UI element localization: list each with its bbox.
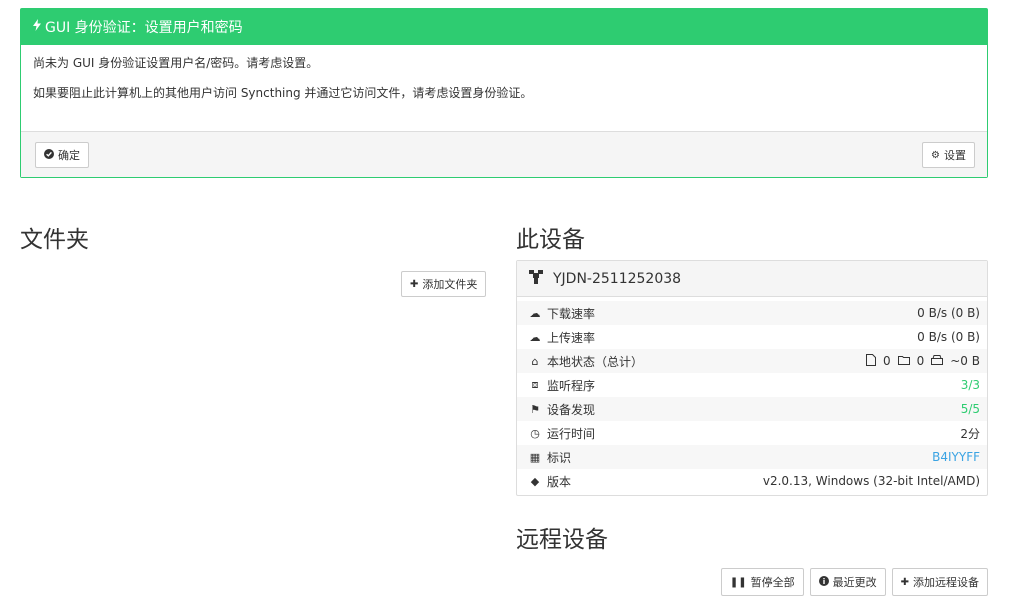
row-version: ◆ 版本 v2.0.13, Windows (32-bit Intel/AMD) (517, 469, 987, 493)
pause-all-button[interactable]: ❚❚ 暂停全部 (720, 568, 804, 596)
add-folder-button[interactable]: ✚ 添加文件夹 (401, 271, 487, 297)
row-value: v2.0.13, Windows (32-bit Intel/AMD) (762, 474, 980, 488)
alert-message-2: 如果要阻止此计算机上的其他用户访问 Syncthing 并通过它访问文件，请考虑… (33, 86, 533, 100)
cloud-download-icon: ☁ (529, 306, 541, 320)
alert-footer: 确定 ⚙ 设置 (21, 131, 987, 177)
remote-devices-heading: 远程设备 (516, 527, 608, 553)
this-device-heading: 此设备 (516, 227, 585, 253)
alert-body: 尚未为 GUI 身份验证设置用户名/密码。请考虑设置。 如果要阻止此计算机上的其… (21, 45, 987, 101)
alert-header: GUI 身份验证：设置用户和密码 (21, 9, 987, 45)
row-listeners: ⧈ 监听程序 3/3 (517, 373, 987, 397)
sitemap-icon: ⧈ (531, 378, 539, 391)
recent-changes-button[interactable]: 最近更改 (809, 568, 886, 596)
add-remote-device-button[interactable]: ✚ 添加远程设备 (891, 568, 988, 596)
row-value: 0 B/s (0 B) (917, 306, 980, 320)
this-device-panel: YJDN-2511252038 ☁ 下载速率 0 B/s (0 B) ☁ 上传速率 … (516, 260, 988, 496)
remote-actions: ❚❚ 暂停全部 最近更改 ✚ 添加远程设备 (720, 568, 988, 596)
folder-icon (897, 354, 910, 368)
row-download-rate: ☁ 下载速率 0 B/s (0 B) (517, 301, 987, 325)
ok-button-label: 确定 (58, 149, 80, 162)
row-upload-rate: ☁ 上传速率 0 B/s (0 B) (517, 325, 987, 349)
row-local-state: ⌂ 本地状态（总计） 0 0 ~0 B (517, 349, 987, 373)
auth-alert-panel: GUI 身份验证：设置用户和密码 尚未为 GUI 身份验证设置用户名/密码。请考… (20, 8, 988, 178)
folder-count: 0 (916, 354, 925, 368)
add-folder-label: 添加文件夹 (422, 278, 478, 291)
row-label: 本地状态（总计） (547, 354, 644, 369)
row-value: 0 B/s (0 B) (917, 330, 980, 344)
info-circle-icon (818, 575, 829, 589)
device-header[interactable]: YJDN-2511252038 (517, 261, 987, 297)
plus-icon: ✚ (410, 278, 419, 290)
row-label: 下载速率 (547, 306, 596, 321)
settings-button[interactable]: ⚙ 设置 (922, 142, 975, 168)
row-uptime: ◷ 运行时间 2分 (517, 421, 987, 445)
ok-button[interactable]: 确定 (35, 142, 89, 168)
row-value: 2分 (960, 426, 980, 441)
alert-title: GUI 身份验证：设置用户和密码 (45, 20, 243, 36)
tag-icon: ◆ (530, 474, 540, 488)
total-size: ~0 B (950, 354, 980, 368)
file-icon (865, 353, 876, 369)
file-count: 0 (882, 354, 891, 368)
row-label: 标识 (547, 450, 572, 465)
row-value[interactable]: B4IYYFF (932, 450, 980, 464)
row-label: 版本 (547, 474, 572, 489)
row-label: 上传速率 (547, 330, 596, 345)
row-value[interactable]: 5/5 (961, 402, 980, 416)
home-icon: ⌂ (531, 354, 539, 368)
row-label: 运行时间 (547, 426, 596, 441)
row-value[interactable]: 3/3 (961, 378, 980, 392)
alert-message-1: 尚未为 GUI 身份验证设置用户名/密码。请考虑设置。 (33, 56, 319, 70)
device-identicon-icon (529, 269, 543, 288)
cloud-upload-icon: ☁ (529, 330, 541, 344)
settings-button-label: 设置 (944, 149, 966, 162)
recent-changes-label: 最近更改 (832, 576, 877, 589)
row-label: 设备发现 (547, 402, 596, 417)
hdd-icon (931, 354, 944, 368)
check-circle-icon (44, 148, 54, 162)
clock-icon: ◷ (530, 426, 540, 440)
local-state-values: 0 0 ~0 B (865, 353, 980, 369)
pause-all-label: 暂停全部 (750, 576, 795, 589)
bolt-icon (33, 19, 41, 35)
add-remote-label: 添加远程设备 (913, 576, 979, 589)
pause-icon: ❚❚ (729, 576, 747, 588)
device-stats: ☁ 下载速率 0 B/s (0 B) ☁ 上传速率 0 B/s (0 B) ⌂ 本地状… (517, 297, 987, 493)
row-identification: ▦ 标识 B4IYYFF (517, 445, 987, 469)
row-discovery: ⚑ 设备发现 5/5 (517, 397, 987, 421)
device-name: YJDN-2511252038 (553, 270, 682, 287)
gear-icon: ⚙ (931, 149, 940, 161)
plus-icon: ✚ (900, 576, 909, 588)
row-label: 监听程序 (547, 378, 596, 393)
signpost-icon: ⚑ (530, 402, 540, 416)
qrcode-icon: ▦ (529, 450, 541, 464)
folders-heading: 文件夹 (20, 227, 89, 253)
